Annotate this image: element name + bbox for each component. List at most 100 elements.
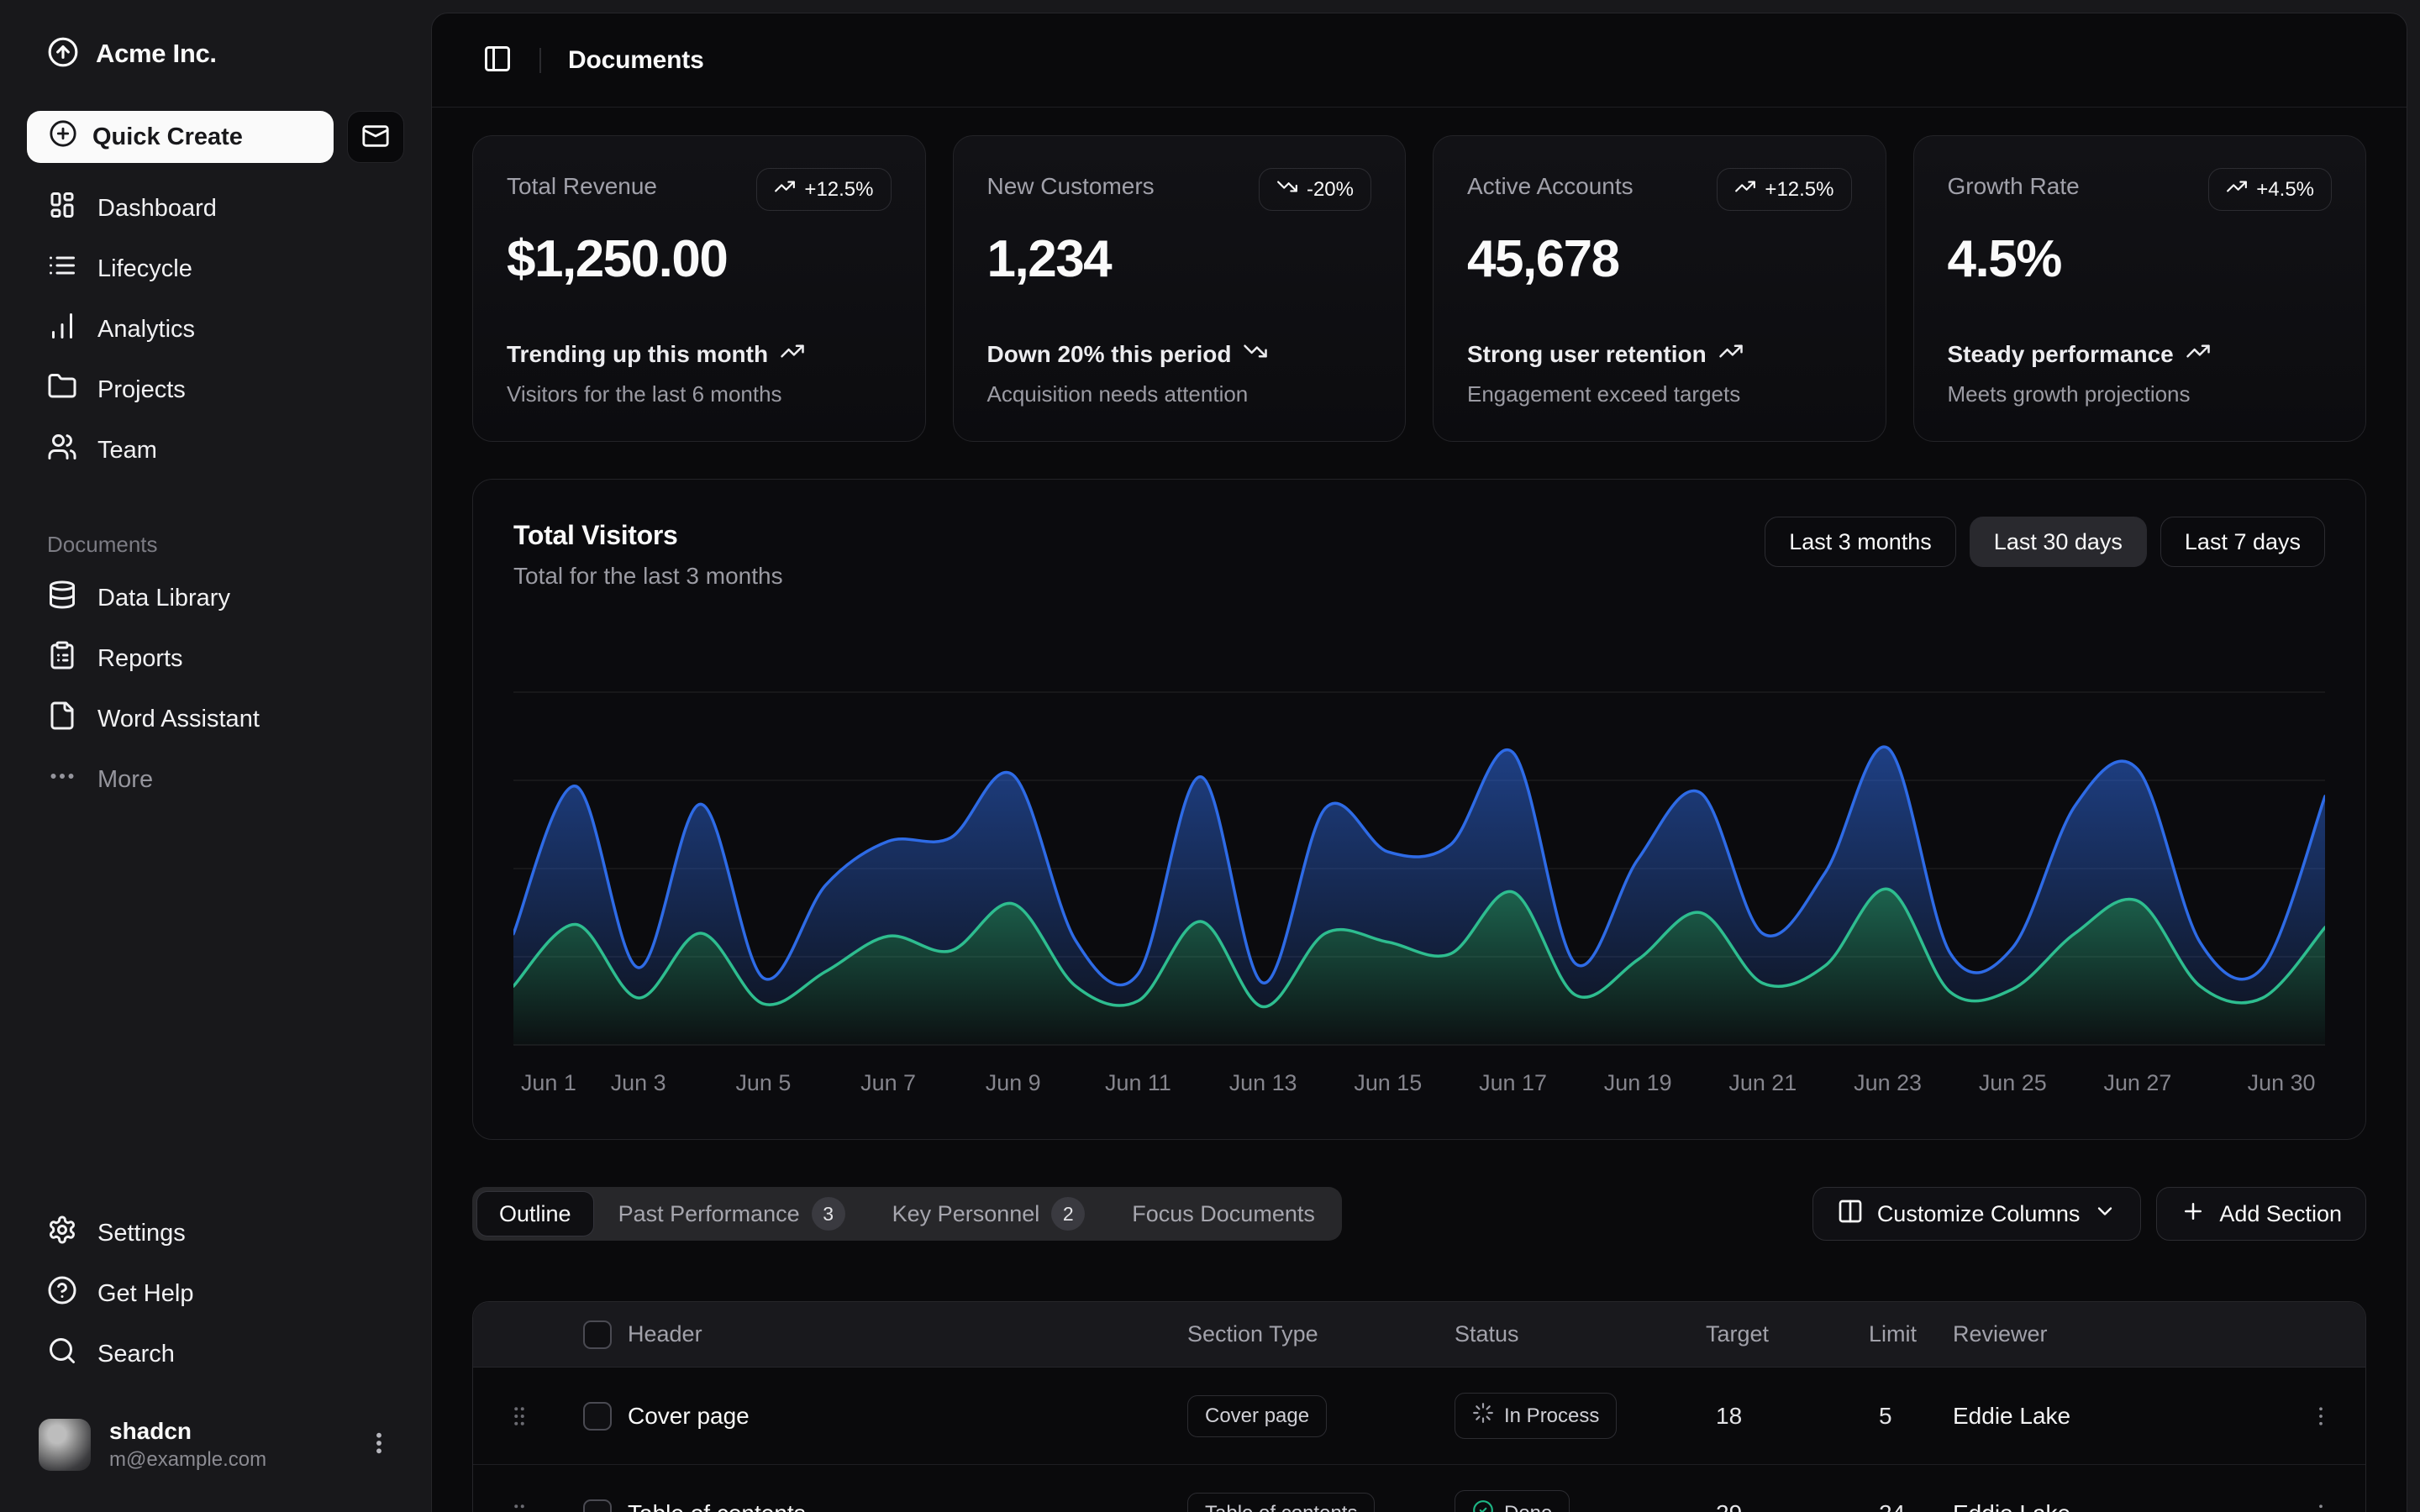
card-subline: Visitors for the last 6 months: [507, 381, 892, 407]
range-last-7-days-button[interactable]: Last 7 days: [2160, 517, 2325, 567]
user-email: m@example.com: [109, 1448, 266, 1472]
column-header: Limit: [1869, 1321, 1953, 1347]
content: Total Revenue +12.5% $1,250.00 Trending …: [432, 108, 2407, 1512]
tab-label: Key Personnel: [892, 1201, 1040, 1227]
documents-section-label: Documents: [27, 524, 404, 564]
drag-handle-icon[interactable]: [507, 1404, 583, 1429]
row-name[interactable]: Cover page: [628, 1403, 1187, 1430]
column-header: Header: [628, 1321, 1187, 1347]
sidebar-item-label: Get Help: [97, 1280, 193, 1308]
trend-badge-value: +12.5%: [804, 178, 873, 202]
sidebar-item-label: Lifecycle: [97, 255, 192, 283]
range-last-30-days-button[interactable]: Last 30 days: [1970, 517, 2147, 567]
column-header: Target: [1706, 1321, 1869, 1347]
svg-text:Jun 27: Jun 27: [2103, 1070, 2171, 1095]
add-section-label: Add Section: [2219, 1201, 2342, 1227]
customize-columns-button[interactable]: Customize Columns: [1812, 1187, 2142, 1241]
sidebar-item-data-library[interactable]: Data Library: [27, 571, 404, 625]
sidebar-item-settings[interactable]: Settings: [27, 1206, 404, 1260]
sidebar-item-label: Search: [97, 1341, 175, 1368]
card-subline: Meets growth projections: [1948, 381, 2333, 407]
file-icon: [47, 701, 77, 738]
sidebar-item-get-help[interactable]: Get Help: [27, 1267, 404, 1320]
card-footline: Trending up this month: [507, 341, 768, 368]
tab-label: Outline: [499, 1201, 571, 1227]
sidebar-item-more[interactable]: More: [27, 753, 404, 806]
tab-count-badge: 3: [812, 1197, 845, 1231]
target-cell[interactable]: 29: [1706, 1500, 1869, 1512]
status-badge: Done: [1455, 1490, 1570, 1512]
limit-cell[interactable]: 5: [1869, 1403, 1953, 1430]
row-name[interactable]: Table of contents: [628, 1500, 1187, 1512]
stat-card-growth-rate: Growth Rate +4.5% 4.5% Steady performanc…: [1913, 135, 2367, 442]
card-title: Active Accounts: [1467, 168, 1634, 200]
card-value: 1,234: [987, 229, 1372, 289]
table-row[interactable]: Cover page Cover page In Process 18 5 Ed…: [473, 1368, 2365, 1465]
dashboard-icon: [47, 190, 77, 227]
range-last-3-months-button[interactable]: Last 3 months: [1765, 517, 1956, 567]
row-menu-icon[interactable]: [2308, 1404, 2353, 1429]
tab-focus-documents[interactable]: Focus Documents: [1110, 1192, 1337, 1236]
svg-text:Jun 15: Jun 15: [1354, 1070, 1422, 1095]
row-menu-icon[interactable]: [2308, 1501, 2353, 1512]
svg-text:Jun 17: Jun 17: [1479, 1070, 1547, 1095]
card-title: Total Revenue: [507, 168, 657, 200]
chart-bar-icon: [47, 311, 77, 348]
avatar: [39, 1419, 91, 1471]
trending-up-icon: [2226, 176, 2248, 203]
sidebar-item-lifecycle[interactable]: Lifecycle: [27, 242, 404, 296]
svg-text:Jun 1: Jun 1: [521, 1070, 576, 1095]
limit-cell[interactable]: 24: [1869, 1500, 1953, 1512]
target-cell[interactable]: 18: [1706, 1403, 1869, 1430]
table-header-row: Header Section Type Status Target Limit …: [473, 1302, 2365, 1368]
sidebar-item-team[interactable]: Team: [27, 423, 404, 477]
select-all-checkbox[interactable]: [583, 1320, 612, 1349]
sidebar-item-reports[interactable]: Reports: [27, 632, 404, 685]
trending-up-icon: [1734, 176, 1756, 203]
sidebar-item-word-assistant[interactable]: Word Assistant: [27, 692, 404, 746]
tab-past-performance[interactable]: Past Performance 3: [597, 1192, 867, 1236]
list-icon: [47, 250, 77, 287]
sidebar-item-search[interactable]: Search: [27, 1327, 404, 1381]
card-footline: Down 20% this period: [987, 341, 1232, 368]
circle-check-icon: [1472, 1499, 1494, 1512]
user-menu-row[interactable]: shadcn m@example.com: [27, 1411, 404, 1478]
sidebar-item-analytics[interactable]: Analytics: [27, 302, 404, 356]
clipboard-icon: [47, 640, 77, 677]
trending-up-icon: [2186, 339, 2211, 370]
sidebar-item-dashboard[interactable]: Dashboard: [27, 181, 404, 235]
area-chart[interactable]: Jun 1Jun 3Jun 5Jun 7Jun 9Jun 11Jun 13Jun…: [513, 601, 2325, 1105]
help-circle-icon: [47, 1275, 77, 1312]
trend-badge: -20%: [1259, 168, 1371, 211]
reviewer-cell[interactable]: Eddie Lake: [1953, 1403, 2308, 1430]
brand[interactable]: Acme Inc.: [27, 34, 404, 74]
svg-text:Jun 25: Jun 25: [1979, 1070, 2047, 1095]
svg-text:Jun 21: Jun 21: [1728, 1070, 1797, 1095]
page-title: Documents: [568, 46, 704, 75]
mail-button[interactable]: [347, 111, 404, 163]
trend-badge: +12.5%: [1717, 168, 1851, 211]
trend-badge-value: -20%: [1307, 178, 1354, 202]
sidebar-nav: Dashboard Lifecycle Analytics Projects T…: [27, 181, 404, 477]
reviewer-cell[interactable]: Eddie Lake: [1953, 1500, 2308, 1512]
column-header: Status: [1455, 1321, 1706, 1347]
quick-create-button[interactable]: Quick Create: [27, 111, 334, 163]
loader-icon: [1472, 1402, 1494, 1430]
tab-key-personnel[interactable]: Key Personnel 2: [871, 1192, 1107, 1236]
sidebar-item-projects[interactable]: Projects: [27, 363, 404, 417]
sidebar-toggle-button[interactable]: [482, 44, 513, 76]
tab-outline[interactable]: Outline: [477, 1192, 593, 1236]
table-row[interactable]: Table of contents Table of contents Done…: [473, 1465, 2365, 1512]
row-checkbox[interactable]: [583, 1499, 612, 1512]
trending-down-icon: [1243, 339, 1268, 370]
row-checkbox[interactable]: [583, 1402, 612, 1431]
tab-label: Past Performance: [618, 1201, 800, 1227]
drag-handle-icon[interactable]: [507, 1501, 583, 1512]
more-vertical-icon[interactable]: [366, 1430, 392, 1461]
sidebar-footer: Settings Get Help Search shadcn m@exampl…: [27, 1206, 404, 1478]
column-header: Section Type: [1187, 1321, 1455, 1347]
sidebar-item-label: Word Assistant: [97, 706, 260, 733]
add-section-button[interactable]: Add Section: [2156, 1187, 2366, 1241]
user-meta: shadcn m@example.com: [109, 1418, 266, 1472]
visitors-chart-card: Total Visitors Total for the last 3 mont…: [472, 479, 2366, 1140]
